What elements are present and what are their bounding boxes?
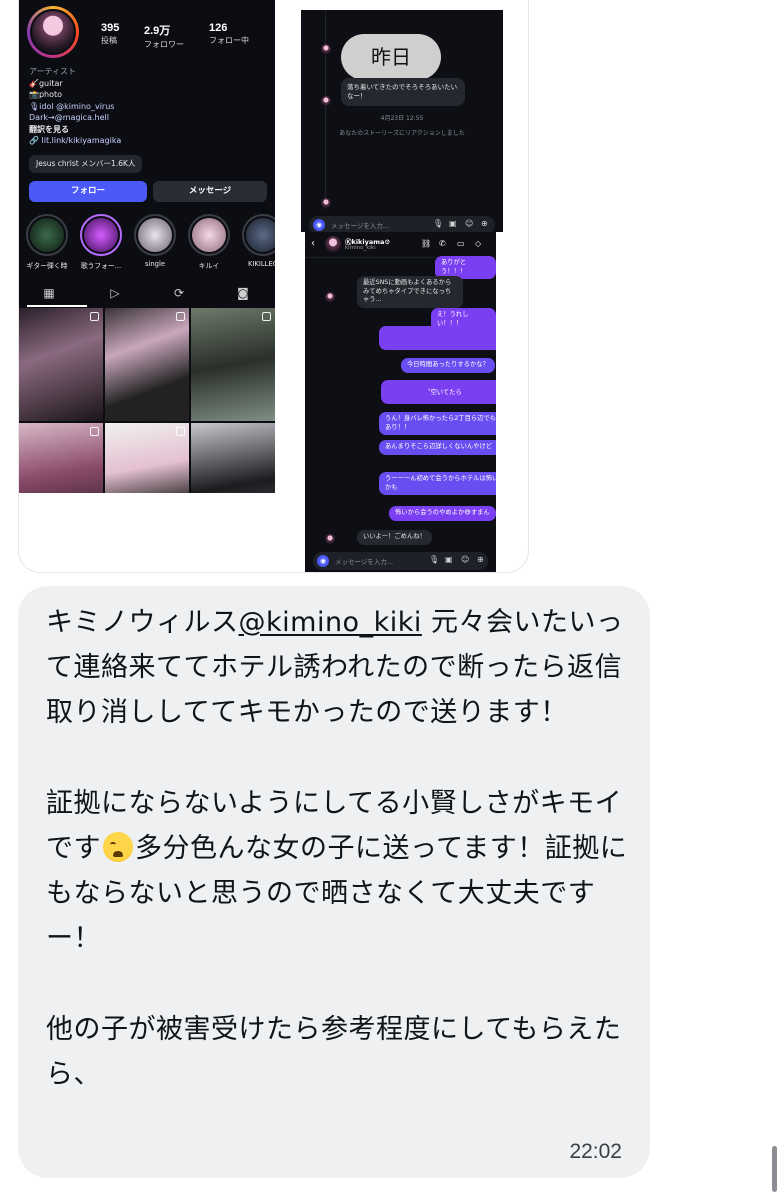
mention-link[interactable]: @kimino_kiki (239, 607, 422, 638)
plus-icon: ⊕ (477, 555, 484, 564)
dm-bubble-in: いいよー！ごめんね！ (357, 530, 432, 545)
avatar (321, 96, 331, 106)
dm-header: ‹ Ⓚkikiyama⚙ kimino_kiki ⛓ ✆ ▭ ◇ (305, 232, 496, 258)
dm-screenshot-top: 昨日 落ち着いてきたのでそろそろあいたいなー！ 4月23日 12:55 あなたの… (301, 10, 503, 232)
avatar (325, 292, 335, 302)
dm-bubble-out: あんまりそこら辺詳しくないんやけど (379, 440, 496, 455)
sticker-icon: ☺ (461, 555, 470, 564)
dm-message: 落ち着いてきたのでそろそろあいたいなー！ (341, 78, 465, 106)
repost-icon: ⟳ (173, 286, 185, 300)
avatar (325, 534, 335, 544)
dm-bubble-out: うーーーん初めて会うからホテルは怖いかも (379, 472, 496, 495)
image-icon: ▣ (449, 219, 457, 228)
avatar (325, 236, 341, 252)
image-icon: ▣ (445, 555, 453, 564)
dm-reaction-note: あなたのストーリーズにリアクションしました (339, 130, 465, 137)
plus-icon: ⊕ (481, 219, 488, 228)
message-timestamp: 22:02 (569, 1140, 622, 1163)
follow-button: フォロー (29, 181, 147, 202)
avatar (321, 44, 331, 54)
highlight: KIKILLEG (241, 214, 275, 268)
sticker-icon: ☺ (465, 219, 474, 228)
community-chip: Jesus christ メンバー1.6K人 (29, 155, 143, 173)
stat-posts: 395 投稿 (101, 22, 120, 45)
dm-timestamp: 4月23日 12:55 (380, 115, 424, 122)
yesterday-label: 昨日 (341, 34, 441, 80)
phone-icon: ✆ (439, 239, 446, 248)
back-icon: ‹ (311, 238, 315, 249)
video-icon: ▭ (457, 239, 465, 248)
message-text: キミノウィルス@kimino_kiki 元々会いたいって連絡来ててホテル誘われた… (46, 607, 628, 1091)
profile-avatar (27, 6, 79, 58)
mic-icon: 🎙 (429, 555, 440, 564)
avatar (321, 198, 331, 208)
link-icon: ⛓ (421, 239, 432, 248)
dm-composer: ◉ メッセージを入力... 🎙 ▣ ☺ ⊕ (301, 214, 503, 232)
highlight: キルイ (187, 214, 231, 270)
grid-icon: ▦ (43, 286, 55, 300)
dm-bubble-out: 〝空いてたら (381, 380, 496, 404)
dm-screenshot-bottom: ‹ Ⓚkikiyama⚙ kimino_kiki ⛓ ✆ ▭ ◇ ありがとう！！… (305, 232, 496, 572)
dm-bubble-out: うん！身バレ怖かったら2丁目ら辺でもあり！！ (379, 412, 496, 435)
dm-bubble-out (379, 326, 496, 350)
attached-image[interactable]: 395 投稿 2.9万 フォロワー 126 フォロー中 アーティスト 🎸guit… (18, 0, 529, 573)
stat-following: 126 フォロー中 (209, 22, 249, 45)
profile-screenshot: 395 投稿 2.9万 フォロワー 126 フォロー中 アーティスト 🎸guit… (19, 0, 275, 493)
dm-bubble-out: 今日時間あったりするかな？ (401, 358, 495, 373)
profile-bio: アーティスト 🎸guitar 📸photo 🎙idol @kimino_viru… (29, 67, 122, 145)
camera-icon: ◉ (313, 219, 325, 231)
profile-tabs: ▦ ▷ ⟳ ◙ (19, 281, 275, 307)
tagged-icon: ◙ (237, 286, 249, 300)
dm-bubble-out: 怖いから会うのやめよか😅すまん (389, 506, 496, 521)
profile-link: 🔗 lit.link/kikiyamagika (29, 136, 122, 145)
highlight: ギター弾く時 (25, 214, 69, 270)
dm-composer: ◉ メッセージを入力... 🎙 ▣ ☺ ⊕ (305, 550, 496, 572)
highlight: 歌うフォー... (79, 214, 123, 270)
crying-emoji-icon (103, 832, 133, 863)
message-bubble[interactable]: キミノウィルス@kimino_kiki 元々会いたいって連絡来ててホテル誘われた… (18, 586, 650, 1178)
scrollbar[interactable] (772, 1146, 777, 1192)
message-button: メッセージ (153, 181, 267, 202)
camera-icon: ◉ (317, 555, 329, 567)
mic-icon: 🎙 (433, 219, 444, 228)
reels-icon: ▷ (110, 286, 120, 300)
tag-icon: ◇ (475, 239, 482, 248)
dm-bubble-in: 最近SNSに動画もよくあるからみてめちゃタイプできになっちゃう... (357, 276, 463, 308)
highlight: single (133, 214, 177, 268)
stat-followers: 2.9万 フォロワー (144, 25, 184, 49)
